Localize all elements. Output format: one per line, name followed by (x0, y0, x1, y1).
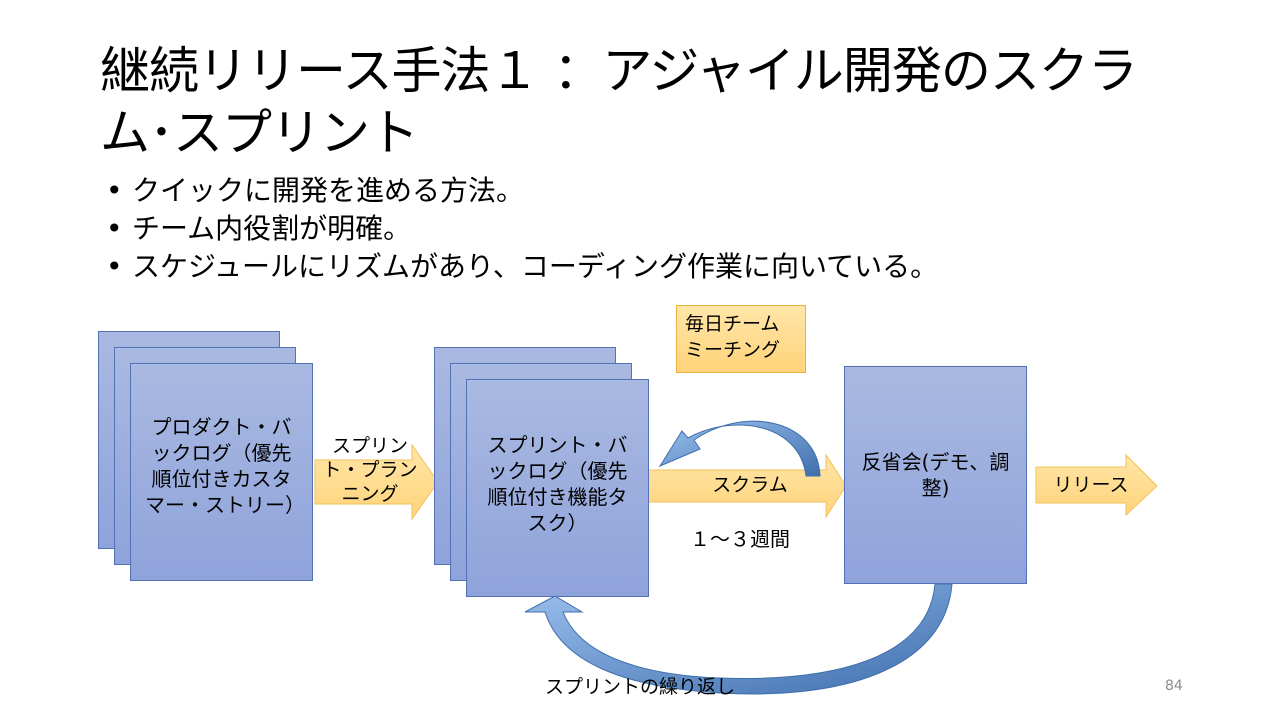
sprint-repeat-label: スプリントの繰り返し (544, 676, 735, 698)
sprint-backlog-card: スプリント・バックログ（優先順位付き機能タスク） (466, 379, 649, 597)
retrospective-label: 反省会(デモ、調整) (861, 450, 1010, 500)
retrospective-box: 反省会(デモ、調整) (844, 366, 1027, 584)
daily-cycle-arrow (658, 420, 821, 477)
page-number: 84 (1165, 678, 1183, 694)
scrum-label: スクラム (712, 474, 788, 496)
sprint-backlog-label: スプリント・バックログ（優先順位付き機能タスク） (487, 433, 628, 535)
product-backlog-label: プロダクト・バックログ（優先順位付きカスタマー・ストリー） (145, 415, 305, 517)
duration-label: １～３週間 (690, 527, 790, 551)
release-label: リリース (1053, 474, 1129, 496)
product-backlog-card: プロダクト・バックログ（優先順位付きカスタマー・ストリー） (130, 363, 313, 581)
sprint-planning-label: スプリント・プランニング (322, 435, 418, 505)
daily-meeting-note: 毎日チームミーチング (676, 305, 806, 373)
